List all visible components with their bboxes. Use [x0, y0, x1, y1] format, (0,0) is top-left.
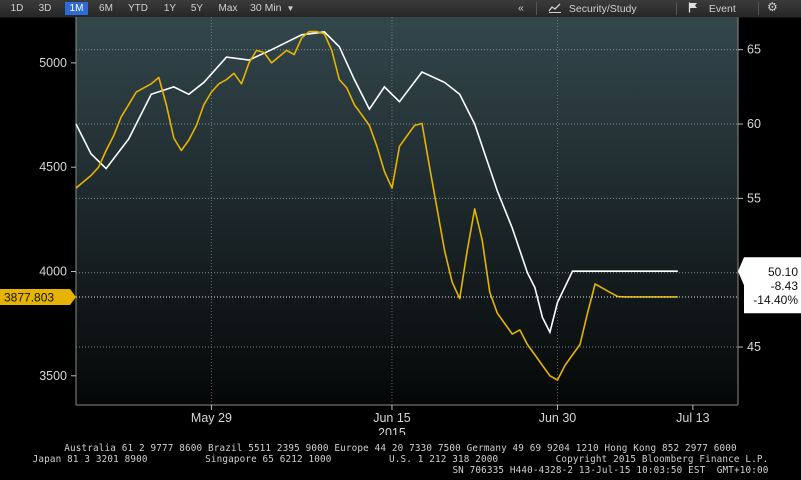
- toolbar-divider: [758, 2, 759, 15]
- x-axis-label: Jun 30: [539, 411, 577, 425]
- x-axis-label: May 29: [191, 411, 232, 425]
- left-axis-label: 4000: [39, 264, 67, 278]
- period-tab-1y[interactable]: 1Y: [160, 2, 180, 15]
- chart-line-icon: [548, 3, 561, 13]
- right-axis-label: 55: [747, 191, 761, 205]
- x-axis-year-label: 2015: [378, 426, 406, 435]
- indicator-tag-line: -8.43: [771, 279, 799, 293]
- right-axis-label: 65: [747, 43, 761, 57]
- left-axis-label: 5000: [39, 56, 67, 70]
- current-price-value: 3877.803: [4, 290, 54, 304]
- footer-contact-line-2: Japan 81 3 3201 8900 Singapore 65 6212 1…: [32, 454, 769, 465]
- right-axis-label: 45: [747, 340, 761, 354]
- interval-dropdown[interactable]: 30 Min ▼: [250, 2, 294, 15]
- flag-icon: [688, 2, 697, 13]
- period-tab-max[interactable]: Max: [214, 2, 242, 15]
- right-axis-label: 60: [747, 117, 761, 131]
- chevron-down-icon: ▼: [286, 4, 295, 13]
- period-tab-3d[interactable]: 3D: [34, 2, 56, 15]
- x-axis-label: Jun 15: [373, 411, 411, 425]
- period-tab-1d[interactable]: 1D: [7, 2, 27, 15]
- toolbar-divider: [676, 2, 677, 15]
- period-tab-ytd[interactable]: YTD: [123, 2, 153, 15]
- interval-value: 30 Min: [250, 2, 282, 14]
- gear-icon[interactable]: ⚙: [767, 1, 778, 14]
- x-axis-label: Jul 13: [676, 411, 709, 425]
- footer-serial-line: SN 706335 H440-4328-2 13-Jul-15 10:03:50…: [452, 465, 769, 476]
- collapse-button[interactable]: «: [518, 2, 524, 15]
- event-button[interactable]: Event: [688, 2, 736, 15]
- period-tab-5y[interactable]: 5Y: [186, 2, 208, 15]
- footer-contact-line-1: Australia 61 2 9777 8600 Brazil 5511 239…: [64, 443, 737, 454]
- left-axis-label: 4500: [39, 160, 67, 174]
- event-label: Event: [708, 3, 736, 15]
- indicator-tag-line: 50.10: [768, 265, 798, 279]
- security-study-button[interactable]: Security/Study: [548, 2, 637, 15]
- period-tab-6m[interactable]: 6M: [94, 2, 118, 15]
- toolbar-divider: [536, 2, 537, 15]
- period-tab-1m[interactable]: 1M: [65, 2, 88, 15]
- indicator-tag-line: -14.40%: [753, 293, 798, 307]
- left-axis-label: 3500: [39, 369, 67, 383]
- chart-toolbar: 1D 3D 1M 6M YTD 1Y 5Y Max 30 Min ▼ « Sec…: [0, 0, 801, 18]
- price-chart: 35004000450050004550556065May 29Jun 15Ju…: [0, 17, 801, 435]
- security-study-label: Security/Study: [568, 3, 637, 15]
